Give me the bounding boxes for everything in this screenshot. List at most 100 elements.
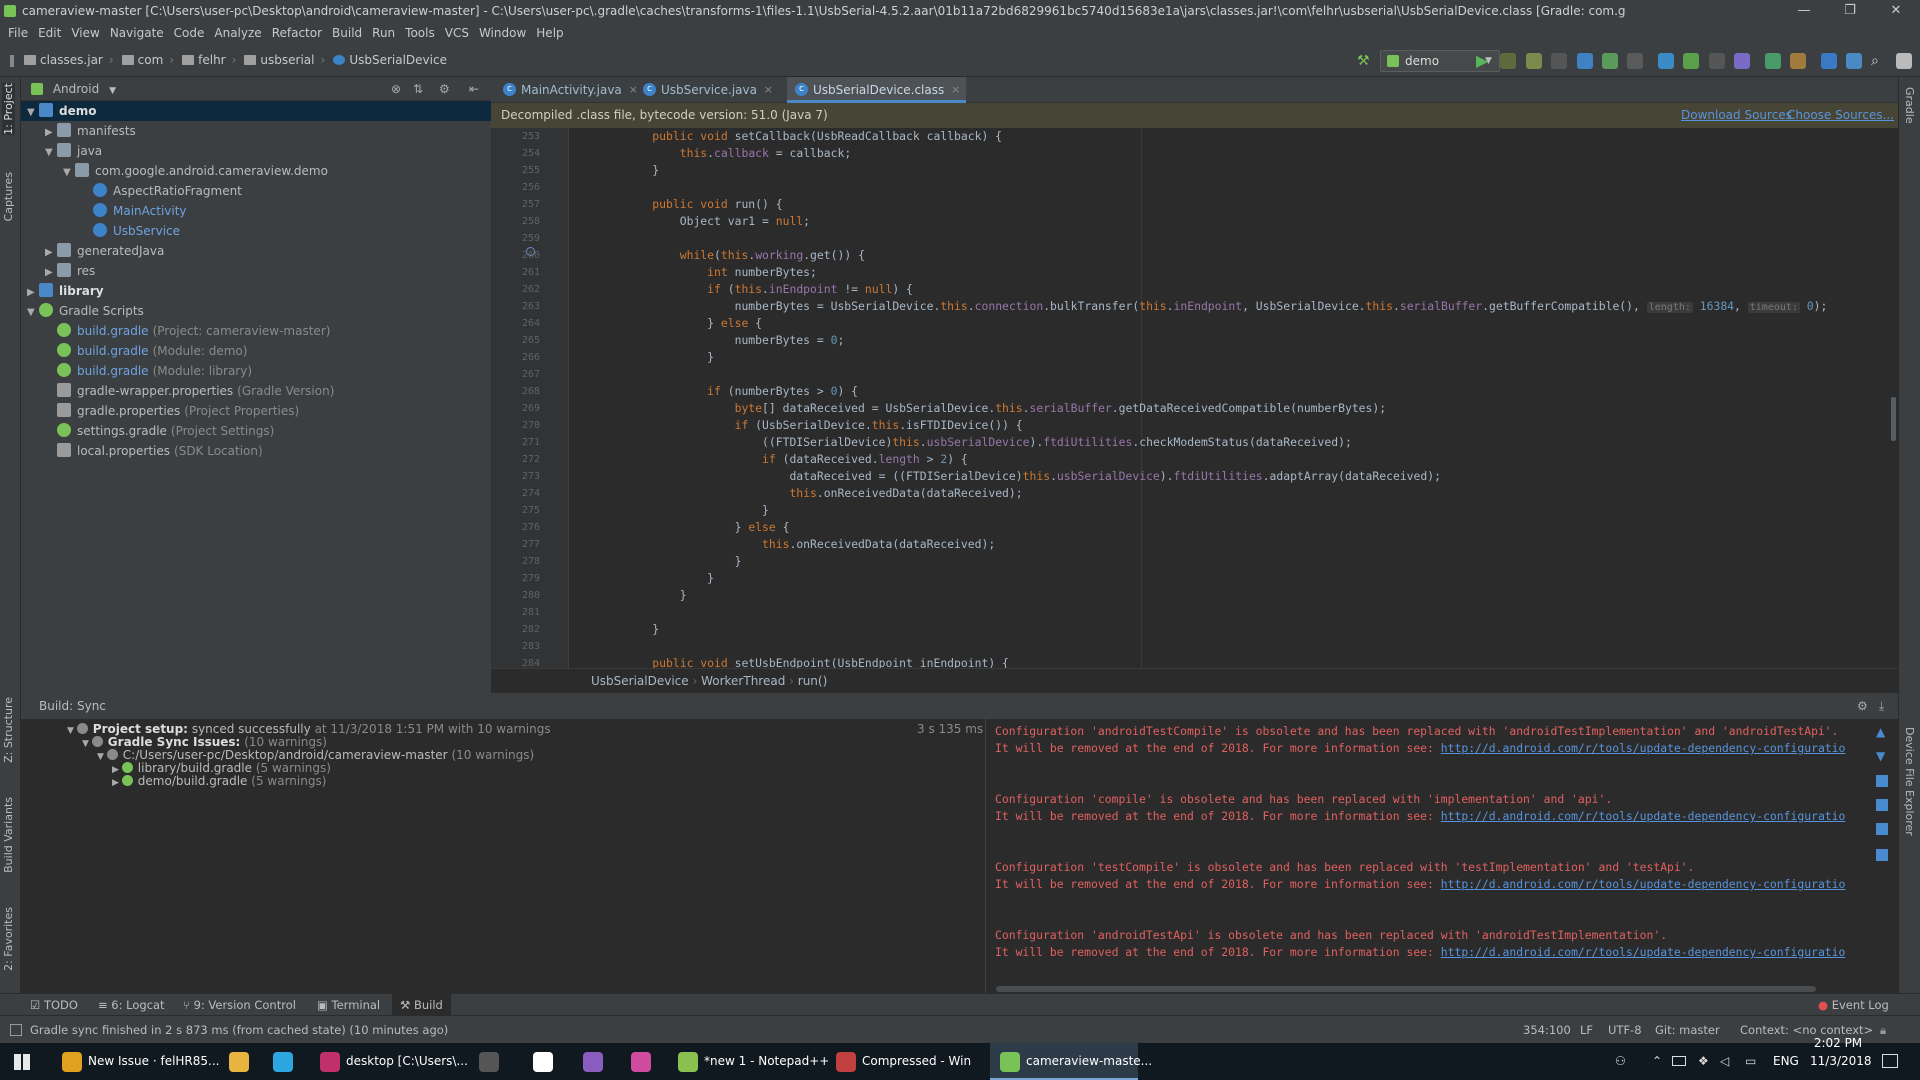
trash-icon[interactable] — [1876, 849, 1888, 861]
editor-tab[interactable]: c UsbService.java × — [635, 77, 779, 103]
gear-icon[interactable]: ⚙ — [1857, 693, 1868, 719]
print-icon[interactable] — [1876, 823, 1888, 835]
project-view-select[interactable]: Android — [53, 82, 99, 96]
collapse-arrow-icon[interactable]: ▶ — [27, 283, 39, 303]
menu-item-view[interactable]: View — [71, 26, 99, 40]
breadcrumb-item[interactable]: felhr › — [182, 44, 236, 77]
windows-start-icon[interactable] — [14, 1054, 30, 1070]
tool-todo[interactable]: ☑ TODO — [30, 994, 78, 1016]
up-arrow-icon[interactable]: ▲ — [1876, 725, 1885, 739]
menu-item-analyze[interactable]: Analyze — [214, 26, 261, 40]
project-tree-item[interactable]: local.properties (SDK Location) — [21, 441, 491, 461]
avd-manager-icon[interactable] — [1790, 53, 1806, 69]
restore-button[interactable]: ❐ — [1827, 0, 1873, 22]
toggle-tool-buttons-icon[interactable] — [10, 1024, 22, 1036]
profile-icon[interactable] — [1577, 53, 1593, 69]
file-encoding[interactable]: UTF-8 — [1608, 1016, 1642, 1044]
breadcrumb-item[interactable]: UsbSerialDevice — [333, 44, 447, 77]
taskbar-app[interactable]: *new 1 - Notepad++ — [668, 1043, 829, 1080]
network-icon[interactable]: ▭ — [1745, 1043, 1756, 1080]
menu-item-window[interactable]: Window — [479, 26, 526, 40]
tab-structure[interactable]: Z: Structure — [2, 697, 15, 763]
tool-logcat[interactable]: ≡ 6: Logcat — [98, 994, 165, 1016]
code-breadcrumb-item[interactable]: UsbSerialDevice — [591, 674, 689, 688]
build-hammer-icon[interactable]: ⚒ — [1357, 53, 1373, 69]
project-tree-item[interactable]: ▶ res — [21, 261, 491, 281]
git-branch[interactable]: Git: master — [1655, 1016, 1720, 1044]
revert-icon[interactable] — [1734, 53, 1750, 69]
tab-favorites[interactable]: 2: Favorites — [2, 907, 15, 971]
taskbar-app[interactable] — [526, 1043, 570, 1080]
project-structure-icon[interactable] — [1896, 53, 1912, 69]
close-tab-icon[interactable]: × — [764, 77, 773, 103]
project-tree-item[interactable]: build.gradle (Module: library) — [21, 361, 491, 381]
taskbar-app[interactable] — [222, 1043, 266, 1080]
event-log[interactable]: ● Event Log — [1818, 994, 1889, 1016]
menu-item-help[interactable]: Help — [536, 26, 563, 40]
console-hscrollbar[interactable] — [996, 986, 1816, 992]
volume-icon[interactable]: ◁ — [1720, 1043, 1729, 1080]
console-link[interactable]: http://d.android.com/r/tools/update-depe… — [1441, 945, 1846, 959]
project-tree-item[interactable]: ▼ com.google.android.cameraview.demo — [21, 161, 491, 181]
project-tree-item[interactable]: MainActivity — [21, 201, 491, 221]
scroll-from-source-icon[interactable]: ⊗ — [391, 77, 401, 101]
collapse-all-icon[interactable]: ⇅ — [413, 77, 423, 101]
expand-arrow-icon[interactable]: ▼ — [63, 163, 75, 183]
menu-item-refactor[interactable]: Refactor — [272, 26, 322, 40]
show-hidden-icons[interactable]: ⌃ — [1652, 1043, 1662, 1080]
tab-device-file-explorer[interactable]: Device File Explorer — [1903, 727, 1916, 836]
collapse-arrow-icon[interactable]: ▶ — [45, 263, 57, 283]
project-tree-item[interactable]: settings.gradle (Project Settings) — [21, 421, 491, 441]
input-language[interactable]: ENG — [1773, 1043, 1799, 1080]
hide-panel-icon[interactable]: ⤓ — [1879, 693, 1884, 719]
project-tree-item[interactable]: gradle.properties (Project Properties) — [21, 401, 491, 421]
gear-icon[interactable]: ⚙ — [439, 77, 450, 101]
people-icon[interactable]: ⚇ — [1615, 1043, 1626, 1080]
collapse-arrow-icon[interactable]: ▶ — [45, 123, 57, 143]
console-link[interactable]: http://d.android.com/r/tools/update-depe… — [1441, 877, 1846, 891]
tab-build-variants[interactable]: Build Variants — [2, 797, 15, 873]
hide-panel-icon[interactable]: ⇤ — [469, 77, 479, 101]
collapse-arrow-icon[interactable]: ▶ — [45, 243, 57, 263]
run-icon[interactable]: ▶ — [1476, 53, 1492, 69]
soft-wrap-icon[interactable] — [1876, 775, 1888, 787]
attach-debugger-icon[interactable] — [1602, 53, 1618, 69]
menu-item-run[interactable]: Run — [372, 26, 395, 40]
menu-item-edit[interactable]: Edit — [38, 26, 61, 40]
menu-item-tools[interactable]: Tools — [405, 26, 435, 40]
collapse-arrow-icon[interactable]: ▶ — [112, 778, 122, 788]
build-tree-item[interactable]: ▶ demo/build.gradle (5 warnings) — [112, 773, 326, 789]
breadcrumb-item[interactable]: com › — [121, 44, 174, 77]
project-tree-item[interactable]: AspectRatioFragment — [21, 181, 491, 201]
menu-item-code[interactable]: Code — [174, 26, 205, 40]
menu-item-build[interactable]: Build — [332, 26, 362, 40]
taskbar-app[interactable]: Compressed - Win — [826, 1043, 974, 1080]
editor-scrollbar[interactable] — [1891, 397, 1896, 441]
taskbar-app[interactable] — [624, 1043, 668, 1080]
layout-inspector-icon[interactable] — [1846, 53, 1862, 69]
scroll-to-end-icon[interactable] — [1876, 799, 1888, 811]
down-arrow-icon[interactable]: ▼ — [1876, 749, 1885, 763]
project-tree-item[interactable]: ▼ demo — [21, 101, 491, 121]
editor-tab[interactable]: c MainActivity.java × — [495, 77, 644, 103]
tab-gradle[interactable]: Gradle — [1903, 87, 1916, 124]
console-link[interactable]: http://d.android.com/r/tools/update-depe… — [1441, 809, 1846, 823]
taskbar-app[interactable]: New Issue · felHR85... — [52, 1043, 219, 1080]
minimize-button[interactable]: — — [1781, 0, 1827, 22]
project-tree-item[interactable]: ▼ java — [21, 141, 491, 161]
tab-project[interactable]: 1: Project — [2, 83, 15, 135]
stop-icon[interactable] — [1627, 53, 1643, 69]
expand-arrow-icon[interactable]: ▼ — [27, 103, 39, 123]
project-tree-item[interactable]: ▶ generatedJava — [21, 241, 491, 261]
choose-sources-link[interactable]: Choose Sources... — [1787, 103, 1894, 128]
search-icon[interactable]: ⌕ — [1871, 53, 1887, 69]
dropbox-icon[interactable]: ❖ — [1698, 1043, 1709, 1080]
expand-arrow-icon[interactable]: ▼ — [45, 143, 57, 163]
expand-arrow-icon[interactable]: ▼ — [97, 752, 107, 762]
download-sources-link[interactable]: Download Sources — [1681, 103, 1792, 128]
coverage-icon[interactable] — [1551, 53, 1567, 69]
breadcrumb-item[interactable]: classes.jar › — [24, 44, 114, 77]
code-view[interactable]: public void setCallback(UsbReadCallback … — [570, 128, 1898, 668]
project-tree-item[interactable]: build.gradle (Project: cameraview-master) — [21, 321, 491, 341]
console-link[interactable]: http://d.android.com/r/tools/update-depe… — [1441, 741, 1846, 755]
